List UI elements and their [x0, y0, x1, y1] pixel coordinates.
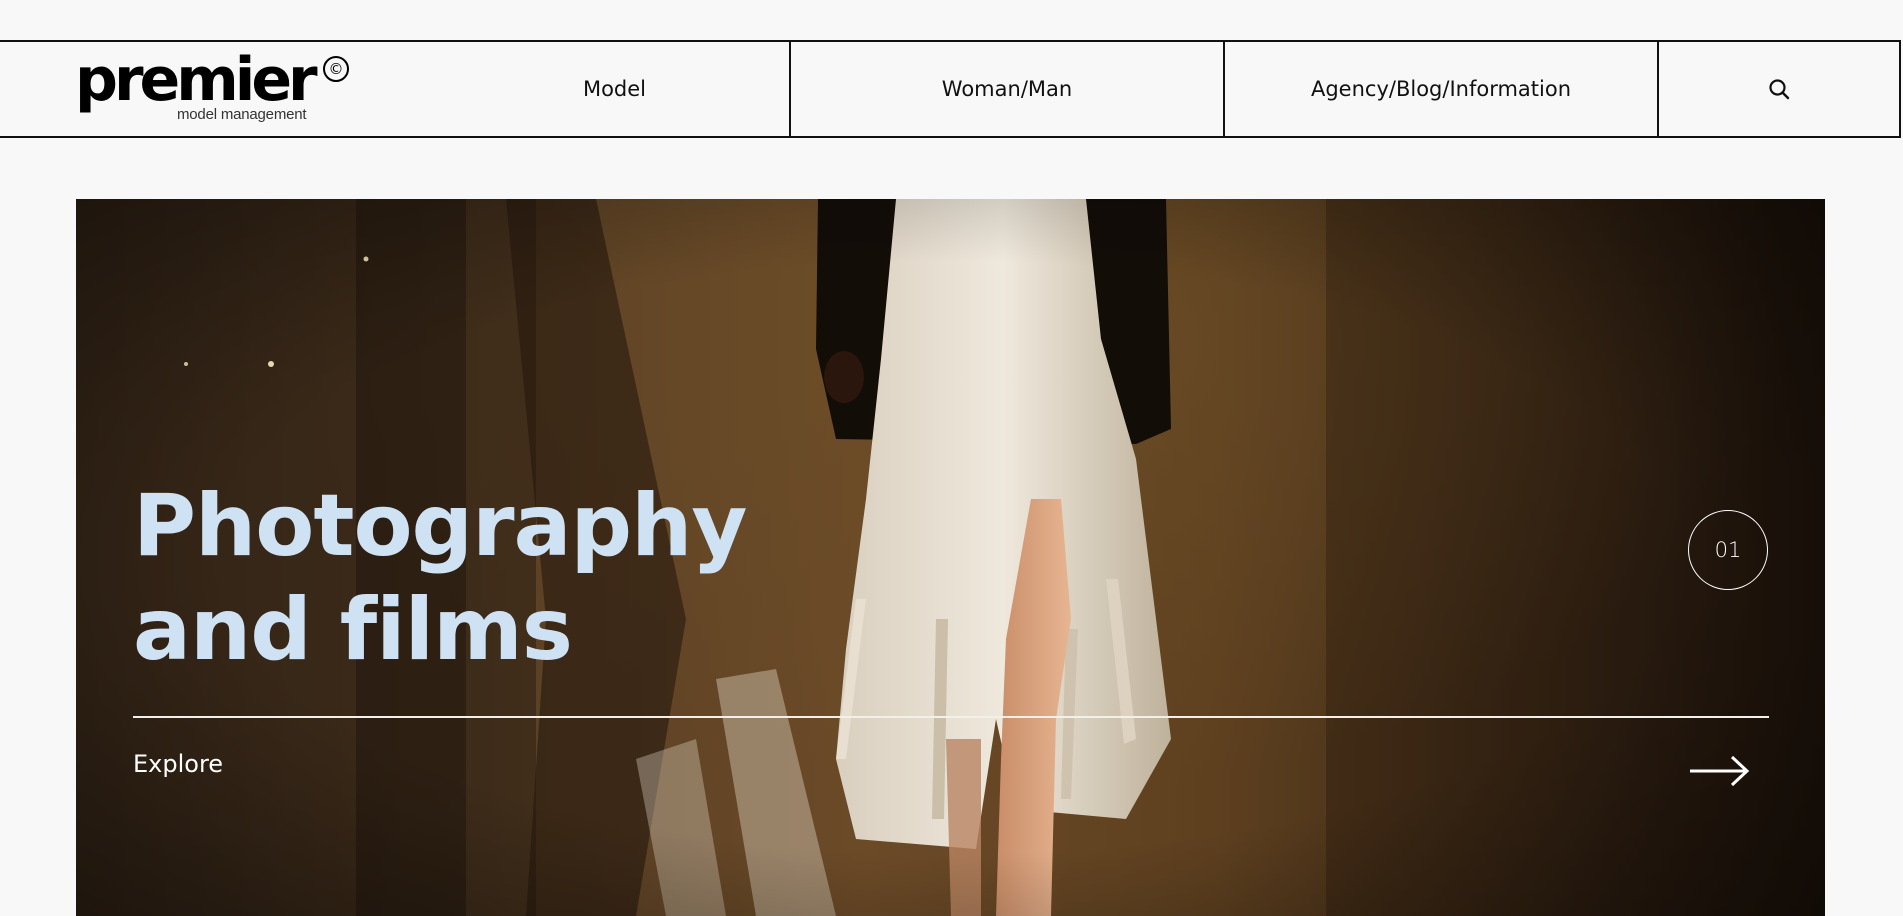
explore-link[interactable]: Explore [133, 750, 223, 778]
nav-item-model[interactable]: Model [440, 42, 789, 136]
search-button[interactable] [1657, 42, 1901, 136]
hero-divider [133, 716, 1769, 718]
hero-banner[interactable]: Photography and films 01 Explore [76, 199, 1825, 916]
arrow-right-icon[interactable] [1688, 754, 1750, 788]
nav-item-woman-man[interactable]: Woman/Man [789, 42, 1223, 136]
hero-title-line-2: and films [133, 580, 573, 680]
nav-item-agency-blog-information[interactable]: Agency/Blog/Information [1223, 42, 1657, 136]
search-icon [1769, 79, 1790, 100]
hero-title: Photography and films [133, 474, 747, 682]
hero-title-line-1: Photography [133, 476, 747, 576]
slide-counter: 01 [1688, 510, 1768, 590]
brand-logo[interactable]: premier © model management [75, 50, 355, 126]
logo-cell: premier © model management [0, 42, 440, 136]
logo-copyright-mark: © [323, 56, 349, 82]
top-navigation: premier © model management Model Woman/M… [0, 40, 1901, 138]
logo-wordmark: premier [75, 45, 318, 115]
logo-tagline: model management [177, 106, 307, 123]
